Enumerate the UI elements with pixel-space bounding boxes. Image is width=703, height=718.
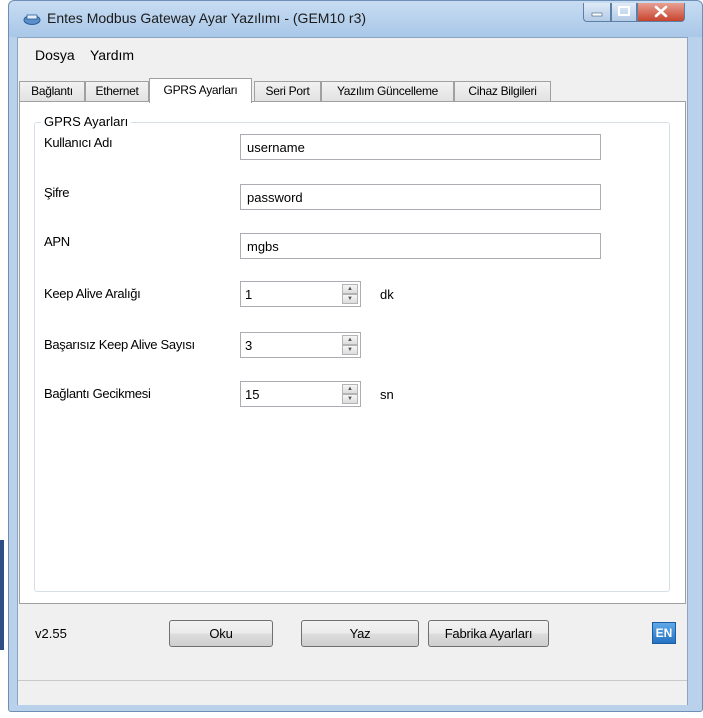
read-button[interactable]: Oku xyxy=(169,620,273,647)
stepper-buttons[interactable]: ▲ ▼ xyxy=(342,284,358,304)
menu-file[interactable]: Dosya xyxy=(35,47,75,63)
language-toggle-button[interactable]: EN xyxy=(652,622,676,644)
close-button[interactable] xyxy=(637,3,685,22)
title-bar[interactable]: Entes Modbus Gateway Ayar Yazılımı - (GE… xyxy=(9,1,702,37)
apn-field[interactable]: mgbs xyxy=(240,233,601,259)
stepper-buttons[interactable]: ▲ ▼ xyxy=(342,384,358,404)
tab-connection[interactable]: Bağlantı xyxy=(19,81,85,102)
tab-gprs-settings[interactable]: GPRS Ayarları xyxy=(149,78,252,103)
failed-keep-alive-label: Başarısız Keep Alive Sayısı xyxy=(44,337,195,352)
connection-delay-stepper[interactable]: 15 ▲ ▼ xyxy=(240,381,361,407)
version-label: v2.55 xyxy=(35,626,67,641)
stepper-down-icon[interactable]: ▼ xyxy=(342,294,358,304)
tab-strip: Bağlantı Ethernet GPRS Ayarları Seri Por… xyxy=(18,78,687,103)
keep-alive-interval-label: Keep Alive Aralığı xyxy=(44,286,141,301)
maximize-button[interactable] xyxy=(611,3,637,22)
password-field[interactable]: password xyxy=(240,184,601,210)
gprs-settings-group: GPRS Ayarları Kullanıcı Adı username Şif… xyxy=(34,114,670,592)
maximize-icon xyxy=(618,6,630,16)
menu-bar: Dosya Yardım xyxy=(18,38,687,63)
tab-panel: GPRS Ayarları Kullanıcı Adı username Şif… xyxy=(19,101,686,604)
username-label: Kullanıcı Adı xyxy=(44,135,113,150)
minimize-icon xyxy=(591,12,603,17)
group-title: GPRS Ayarları xyxy=(41,114,132,129)
connection-delay-unit: sn xyxy=(380,387,394,402)
password-label: Şifre xyxy=(44,185,70,200)
close-icon xyxy=(654,5,668,18)
stepper-up-icon[interactable]: ▲ xyxy=(342,384,358,394)
connection-delay-value: 15 xyxy=(245,387,260,402)
keep-alive-interval-stepper[interactable]: 1 ▲ ▼ xyxy=(240,281,361,307)
tab-device-info[interactable]: Cihaz Bilgileri xyxy=(454,81,551,102)
stepper-down-icon[interactable]: ▼ xyxy=(342,394,358,404)
write-button[interactable]: Yaz xyxy=(301,620,419,647)
connection-delay-label: Bağlantı Gecikmesi xyxy=(44,386,151,401)
desktop-edge xyxy=(0,540,4,650)
left-edge xyxy=(0,0,8,718)
tab-software-update[interactable]: Yazılım Güncelleme xyxy=(321,81,454,102)
app-window: Entes Modbus Gateway Ayar Yazılımı - (GE… xyxy=(8,0,703,712)
stepper-buttons[interactable]: ▲ ▼ xyxy=(342,335,358,355)
failed-keep-alive-value: 3 xyxy=(245,338,253,353)
app-icon xyxy=(23,14,41,25)
tab-ethernet[interactable]: Ethernet xyxy=(85,81,149,102)
minimize-button[interactable] xyxy=(583,3,611,22)
status-bar xyxy=(18,680,687,705)
client-area: Dosya Yardım Bağlantı Ethernet GPRS Ayar… xyxy=(17,37,688,705)
failed-keep-alive-stepper[interactable]: 3 ▲ ▼ xyxy=(240,332,361,358)
apn-label: APN xyxy=(44,234,70,249)
keep-alive-interval-unit: dk xyxy=(380,287,394,302)
username-field[interactable]: username xyxy=(240,134,601,160)
keep-alive-interval-value: 1 xyxy=(245,287,253,302)
stepper-down-icon[interactable]: ▼ xyxy=(342,345,358,355)
stepper-up-icon[interactable]: ▲ xyxy=(342,284,358,294)
window-title: Entes Modbus Gateway Ayar Yazılımı - (GE… xyxy=(47,10,367,26)
factory-reset-button[interactable]: Fabrika Ayarları xyxy=(428,620,549,647)
stepper-up-icon[interactable]: ▲ xyxy=(342,335,358,345)
menu-help[interactable]: Yardım xyxy=(90,47,134,63)
tab-serial-port[interactable]: Seri Port xyxy=(254,81,321,102)
